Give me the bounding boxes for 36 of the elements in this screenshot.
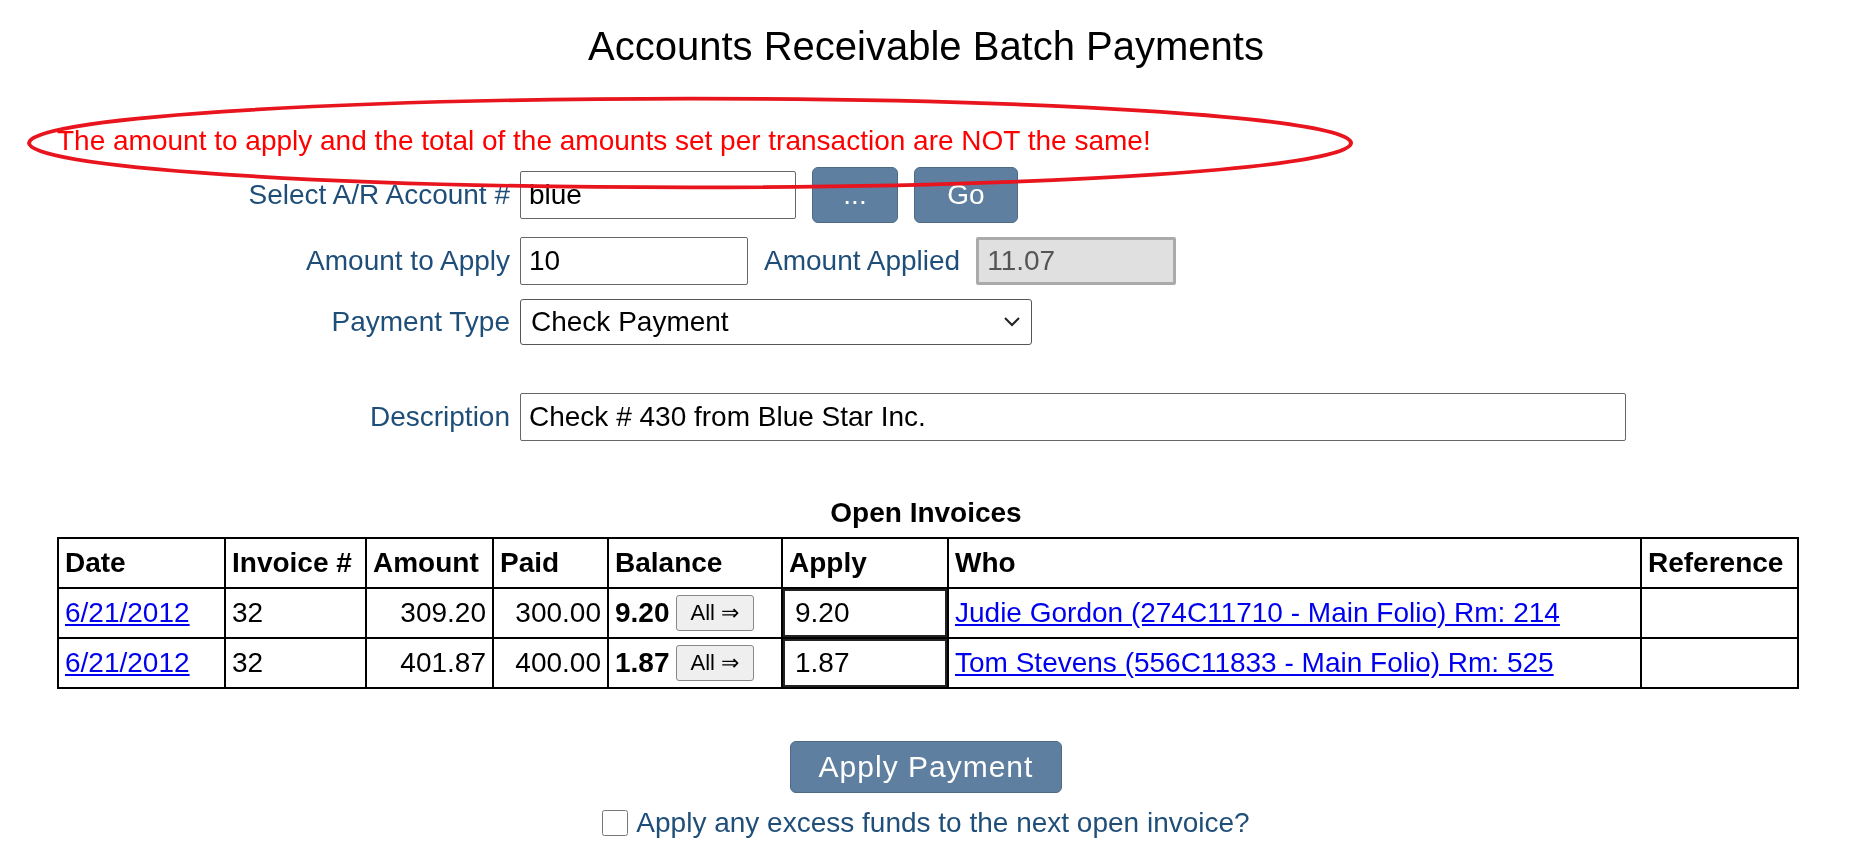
balance-value: 1.87: [615, 647, 670, 679]
balance-value: 9.20: [615, 597, 670, 629]
amount-to-apply-input[interactable]: 10: [520, 237, 748, 285]
description-label: Description: [369, 401, 510, 433]
column-header: Amount: [366, 538, 493, 588]
apply-all-button[interactable]: All ⇒: [675, 595, 755, 631]
column-header: Invoice #: [225, 538, 366, 588]
error-message: The amount to apply and the total of the amounts set per transaction are NOT the same!: [57, 125, 1151, 157]
table-cell: 32: [225, 588, 366, 638]
apply-payment-button[interactable]: Apply Payment: [789, 741, 1063, 793]
table-cell: 400.00: [493, 638, 608, 688]
apply-input[interactable]: 9.20: [783, 589, 947, 637]
apply-input[interactable]: 1.87: [783, 639, 947, 687]
browse-button[interactable]: ...: [812, 167, 898, 223]
column-header: Who: [948, 538, 1641, 588]
payment-type-label: Payment Type: [331, 306, 510, 338]
checkbox-label: Apply any excess funds to the next open invoice?: [636, 807, 1250, 839]
chevron-down-icon: [1003, 316, 1021, 328]
column-header: Paid: [493, 538, 608, 588]
payment-type-dropdown[interactable]: Check Payment: [520, 299, 1032, 345]
excess-funds-checkbox[interactable]: [602, 810, 629, 836]
table-cell: 300.00: [493, 588, 608, 638]
table-cell: 401.87: [366, 638, 493, 688]
description-input[interactable]: Check # 430 from Blue Star Inc.: [520, 393, 1626, 441]
amount-to-apply-label: Amount to Apply: [306, 245, 510, 277]
column-header: Balance: [608, 538, 782, 588]
apply-all-button[interactable]: All ⇒: [675, 645, 755, 681]
column-header: Reference: [1641, 538, 1798, 588]
page-title: Accounts Receivable Batch Payments: [588, 24, 1264, 69]
go-button[interactable]: Go: [914, 167, 1018, 223]
table-cell: 32: [225, 638, 366, 688]
column-header: Date: [58, 538, 225, 588]
table-cell: 309.20: [366, 588, 493, 638]
amount-applied-label: Amount Applied: [764, 245, 961, 277]
table-title: Open Invoices: [830, 497, 1022, 529]
account-input[interactable]: blue: [520, 171, 796, 219]
